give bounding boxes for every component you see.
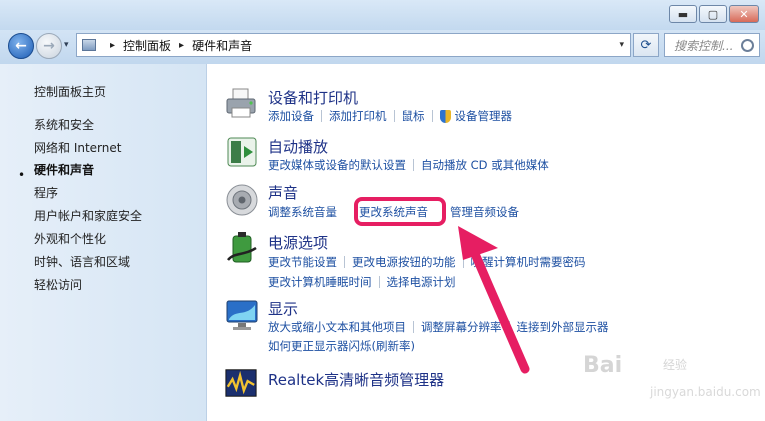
breadcrumb-separator[interactable]: ▸ [110,40,115,51]
search-placeholder: 搜索控制... [674,38,734,53]
back-button[interactable]: ← [8,33,34,59]
watermark-brand: Bai [583,353,623,378]
maximize-button[interactable]: ▢ [699,5,727,23]
control-panel-icon [82,39,96,51]
link-adjust-volume[interactable]: 调整系统音量 [268,204,337,220]
forward-button[interactable]: → [36,33,62,59]
address-dropdown-button[interactable]: ▾ [619,40,624,50]
sidebar-item-system-security[interactable]: 系统和安全 [34,116,94,133]
link-divider [321,110,322,122]
breadcrumb-hardware-sound[interactable]: 硬件和声音 [192,37,252,54]
link-adjust-resolution[interactable]: 调整屏幕分辨率 [421,319,502,335]
link-sleep-time[interactable]: 更改计算机睡眠时间 [268,274,372,290]
refresh-icon: ⟳ [640,37,652,53]
recent-pages-dropdown[interactable]: ▾ [64,40,69,50]
sidebar-item-clock-language[interactable]: 时钟、语言和区域 [34,253,130,270]
link-divider [344,256,345,268]
refresh-button[interactable]: ⟳ [633,33,659,57]
back-arrow-icon: ← [15,38,27,54]
link-divider [378,276,380,288]
window-titlebar: ▬ ▢ ✕ [0,0,765,30]
category-title-power-options[interactable]: 电源选项 [268,232,328,253]
category-title-autoplay[interactable]: 自动播放 [268,136,328,157]
battery-icon [227,232,257,263]
address-bar[interactable]: ▸ 控制面板 ▸ 硬件和声音 ▾ [76,33,631,57]
highlight-box [354,197,446,226]
sidebar-item-appearance[interactable]: 外观和个性化 [34,230,106,247]
watermark-url: jingyan.baidu.com [650,385,761,399]
link-divider [413,159,414,171]
link-change-media-defaults[interactable]: 更改媒体或设备的默认设置 [268,157,406,173]
category-links: 更改媒体或设备的默认设置 自动播放 CD 或其他媒体 [268,157,549,173]
category-links: 更改计算机睡眠时间 选择电源计划 [268,274,456,290]
sidebar: 控制面板主页 系统和安全 网络和 Internet • 硬件和声音 程序 用户帐… [0,64,207,421]
autoplay-icon [227,137,257,167]
watermark-brand-suffix: 经验 [663,358,688,372]
speaker-icon [226,184,258,216]
link-divider [413,321,414,333]
link-divider [431,110,433,122]
breadcrumb-control-panel[interactable]: 控制面板 [123,37,171,54]
forward-arrow-icon: → [43,38,55,54]
search-input[interactable]: 搜索控制... [664,33,760,57]
link-mouse[interactable]: 鼠标 [402,108,425,124]
sidebar-item-home[interactable]: 控制面板主页 [34,83,106,100]
printer-icon [226,88,256,118]
sidebar-item-programs[interactable]: 程序 [34,184,58,201]
category-links: 放大或缩小文本和其他项目 调整屏幕分辨率 连接到外部显示器 [268,319,609,335]
category-title-realtek-audio[interactable]: Realtek高清晰音频管理器 [268,369,444,390]
link-external-display[interactable]: 连接到外部显示器 [517,319,609,335]
main-content: 设备和打印机 添加设备 添加打印机 鼠标 设备管理器 自动播放 更改媒体或设备的… [207,64,765,421]
sidebar-item-hardware-sound: 硬件和声音 [34,163,95,177]
link-require-password-wake[interactable]: 唤醒计算机时需要密码 [471,254,586,270]
category-links: 添加设备 添加打印机 鼠标 设备管理器 [268,108,512,124]
sidebar-item-user-accounts[interactable]: 用户帐户和家庭安全 [34,207,142,224]
link-add-device[interactable]: 添加设备 [268,108,314,124]
link-add-printer[interactable]: 添加打印机 [329,108,387,124]
close-button[interactable]: ✕ [729,5,759,23]
category-links: 更改节能设置 更改电源按钮的功能 唤醒计算机时需要密码 [268,254,586,270]
link-autoplay-cd[interactable]: 自动播放 CD 或其他媒体 [421,157,549,173]
search-icon[interactable] [741,39,754,52]
category-title-sound[interactable]: 声音 [268,182,298,203]
window-controls: ▬ ▢ ✕ [669,5,759,23]
realtek-audio-icon [225,369,257,397]
link-change-power-saving[interactable]: 更改节能设置 [268,254,337,270]
navigation-bar: ← → ▾ ▸ 控制面板 ▸ 硬件和声音 ▾ ⟳ 搜索控制... [0,30,765,64]
link-divider [462,256,464,268]
link-device-manager[interactable]: 设备管理器 [455,108,513,124]
link-divider [508,321,510,333]
current-item-bullet: • [18,168,26,182]
minimize-button[interactable]: ▬ [669,5,697,23]
sidebar-item-ease-of-access[interactable]: 轻松访问 [34,276,82,293]
uac-shield-icon [439,109,451,123]
link-divider [393,110,395,122]
link-fix-flicker[interactable]: 如何更正显示器闪烁(刷新率) [268,338,415,354]
sidebar-item-network[interactable]: 网络和 Internet [34,139,121,156]
link-manage-audio-devices[interactable]: 管理音频设备 [450,204,519,220]
link-power-button-function[interactable]: 更改电源按钮的功能 [352,254,456,270]
category-links: 如何更正显示器闪烁(刷新率) [268,338,415,354]
breadcrumb-separator[interactable]: ▸ [179,40,184,51]
monitor-icon [226,300,258,330]
link-zoom-text[interactable]: 放大或缩小文本和其他项目 [268,319,406,335]
link-choose-power-plan[interactable]: 选择电源计划 [387,274,456,290]
category-title-display[interactable]: 显示 [268,298,298,319]
category-title-devices-printers[interactable]: 设备和打印机 [268,87,358,108]
